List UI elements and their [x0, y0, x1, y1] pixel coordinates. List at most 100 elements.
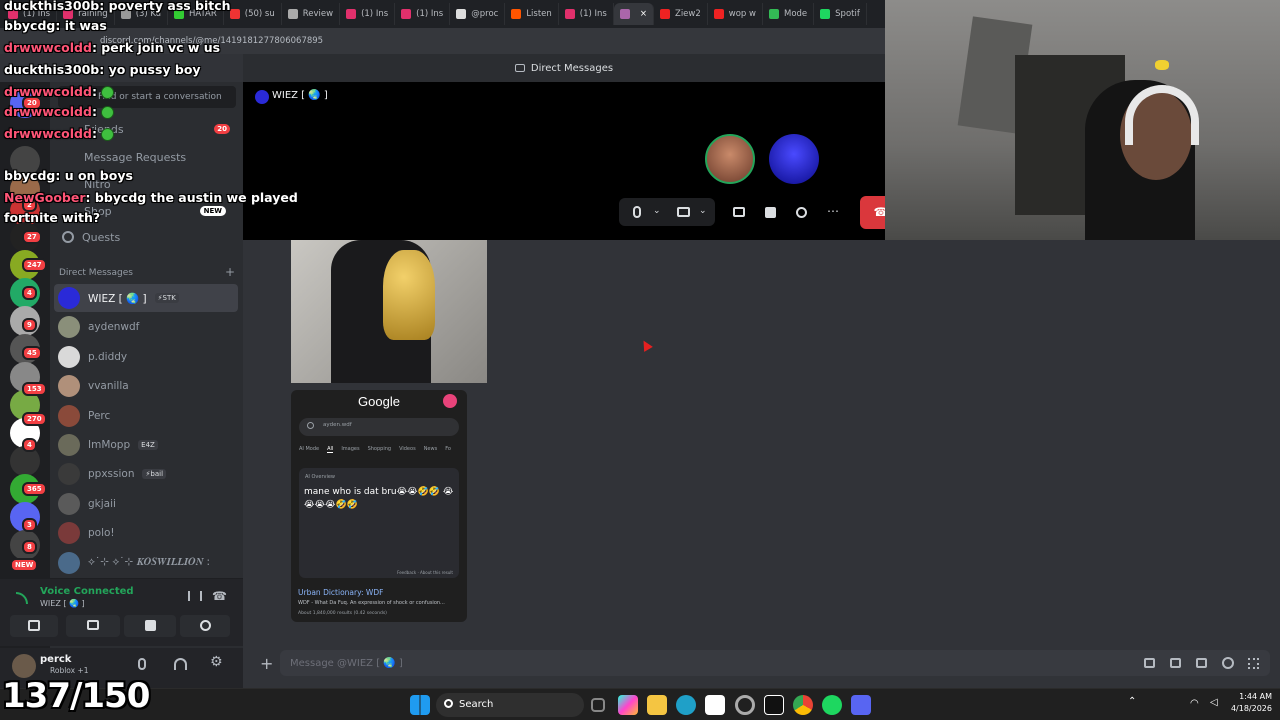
- dm-item[interactable]: ⟡˙⊹ ⟡˙⊹ 𝑲𝑶𝑺𝑾𝑰𝑳𝑳𝑰𝑶𝑵 :: [54, 549, 238, 577]
- browser-tab[interactable]: Listen: [505, 3, 559, 25]
- store-icon[interactable]: [705, 695, 725, 715]
- server-badge: 45: [22, 346, 42, 360]
- call-activity-icon[interactable]: [765, 207, 776, 218]
- taskbar-search[interactable]: Search: [436, 693, 584, 717]
- activity-button[interactable]: [124, 615, 176, 637]
- windows-start-icon[interactable]: [410, 695, 430, 715]
- call-screenshare-icon[interactable]: [733, 207, 745, 217]
- dm-item[interactable]: ppxssion ⚡bail: [54, 460, 238, 488]
- overlay-separator: :: [85, 190, 91, 205]
- volume-icon[interactable]: ◁: [1210, 697, 1218, 708]
- copilot-icon[interactable]: [618, 695, 638, 715]
- chevron-down-icon[interactable]: ⌄: [653, 206, 661, 216]
- sticker-icon[interactable]: [1196, 658, 1207, 668]
- dm-item[interactable]: p.diddy: [54, 343, 238, 371]
- chrome-icon[interactable]: [793, 695, 813, 715]
- headphones-icon[interactable]: [174, 658, 187, 670]
- new-badge: NEW: [199, 206, 226, 216]
- avatar[interactable]: [12, 654, 36, 678]
- browser-tab[interactable]: wop w: [708, 3, 763, 25]
- apps-icon[interactable]: [1248, 658, 1259, 669]
- dm-item[interactable]: gkjaii: [54, 490, 238, 518]
- tab-label: (1) Ins: [361, 9, 389, 19]
- emoji-icon[interactable]: [1222, 657, 1234, 669]
- call-camera-off-icon[interactable]: [677, 207, 690, 217]
- clock-date[interactable]: 4/18/2026: [1226, 704, 1272, 713]
- browser-tab[interactable]: Ziew2: [654, 3, 708, 25]
- disconnect-icon[interactable]: ☎: [212, 589, 227, 603]
- wifi-icon[interactable]: ◠: [1190, 698, 1199, 709]
- result-meta: About 1,840,000 results (0.42 seconds): [298, 611, 387, 616]
- chevron-down-icon[interactable]: ⌄: [699, 206, 707, 216]
- server-badge: 270: [22, 412, 47, 426]
- screenshare-button[interactable]: [66, 615, 120, 637]
- favicon-icon: [564, 9, 575, 19]
- overlay-message: poverty ass bitch: [108, 0, 231, 13]
- dm-section-header: Direct Messages +: [59, 266, 235, 278]
- browser-tab[interactable]: (1) Ins: [395, 3, 451, 25]
- dm-item[interactable]: aydenwdf: [54, 313, 238, 341]
- capcut-icon[interactable]: [764, 695, 784, 715]
- edge-icon[interactable]: [676, 695, 696, 715]
- discord-icon[interactable]: [851, 695, 871, 715]
- trophy-image-attachment[interactable]: [291, 240, 487, 383]
- nav-message-requests[interactable]: Message Requests: [58, 144, 236, 170]
- call-mic-icon[interactable]: [633, 206, 641, 218]
- overlay-chat-line: bbycdg: it was: [4, 18, 107, 33]
- dm-name: ppxssion: [88, 468, 135, 481]
- ai-overview-text: mane who is dat bru😭😭🤣🤣 😭😭😭😭🤣🤣: [304, 487, 454, 510]
- browser-tab[interactable]: Review: [282, 3, 341, 25]
- browser-tab[interactable]: (50) su: [224, 3, 282, 25]
- google-screenshot-attachment[interactable]: Google ayden.wdf AI Mode All Images Shoppin…: [291, 390, 467, 622]
- server-badge: 8: [22, 540, 37, 554]
- mic-icon[interactable]: [138, 658, 146, 670]
- overlay-chat-line: NewGoober: bbycdg the austin we played: [4, 190, 298, 205]
- gift-icon[interactable]: [1144, 658, 1155, 668]
- spotify-icon[interactable]: [822, 695, 842, 715]
- close-icon[interactable]: ×: [640, 9, 647, 19]
- settings-icon[interactable]: [735, 695, 755, 715]
- chevron-up-icon[interactable]: ⌃: [1128, 696, 1136, 707]
- server-badge: 247: [22, 258, 47, 272]
- browser-tab[interactable]: (1) Ins: [340, 3, 396, 25]
- participant-avatar-2[interactable]: [769, 134, 819, 184]
- file-explorer-icon[interactable]: [647, 695, 667, 715]
- clock-time[interactable]: 1:44 AM: [1226, 692, 1272, 701]
- dm-item[interactable]: Perc: [54, 402, 238, 430]
- voice-channel[interactable]: WIEZ [ 🌏 ]: [40, 599, 85, 608]
- avatar: [58, 551, 80, 574]
- tab-label: @proc: [471, 9, 499, 19]
- voice-status: Voice Connected: [40, 586, 134, 597]
- dm-item[interactable]: ImMopp E4Z: [54, 431, 238, 459]
- ai-overview-label: AI Overview: [305, 474, 336, 480]
- task-view-icon[interactable]: [591, 698, 605, 712]
- overlay-message: bbycdg the austin we played: [94, 190, 298, 205]
- dm-item[interactable]: vvanilla: [54, 372, 238, 400]
- video-button[interactable]: [10, 615, 58, 637]
- clan-tag-badge: ⚡bail: [142, 469, 167, 480]
- participant-avatar-1[interactable]: [705, 134, 755, 184]
- browser-tab[interactable]: ×: [613, 3, 654, 25]
- call-soundboard-icon[interactable]: [796, 207, 807, 218]
- browser-tab[interactable]: Mode: [763, 3, 815, 25]
- avatar: [58, 404, 80, 427]
- dm-item[interactable]: polo!: [54, 519, 238, 547]
- taskbar: Search ⌃ ◠ ◁ 1:44 AM 4/18/2026: [0, 688, 1280, 720]
- browser-tab[interactable]: (1) Ins: [559, 3, 614, 25]
- message-input[interactable]: Message @WIEZ [ 🌏 ]: [280, 650, 1270, 676]
- dm-item[interactable]: WIEZ [ 🌏 ] ⚡STK: [54, 284, 238, 312]
- browser-tab[interactable]: @proc: [450, 3, 506, 25]
- follower-goal-counter: 137/150: [2, 676, 150, 716]
- favicon-icon: [229, 9, 240, 19]
- browser-tab[interactable]: Spotif: [814, 3, 867, 25]
- settings-gear-icon[interactable]: ⚙: [210, 654, 223, 670]
- gif-icon[interactable]: [1170, 658, 1181, 668]
- avatar: [58, 522, 80, 545]
- soundboard-button[interactable]: [180, 615, 230, 637]
- plus-icon[interactable]: +: [225, 266, 235, 278]
- attach-plus-icon[interactable]: +: [260, 654, 273, 673]
- more-options-icon[interactable]: ⋯: [827, 204, 839, 218]
- dm-name: vvanilla: [88, 380, 129, 393]
- nav-quests[interactable]: Quests: [58, 224, 236, 250]
- noise-suppression-icon[interactable]: [188, 591, 202, 601]
